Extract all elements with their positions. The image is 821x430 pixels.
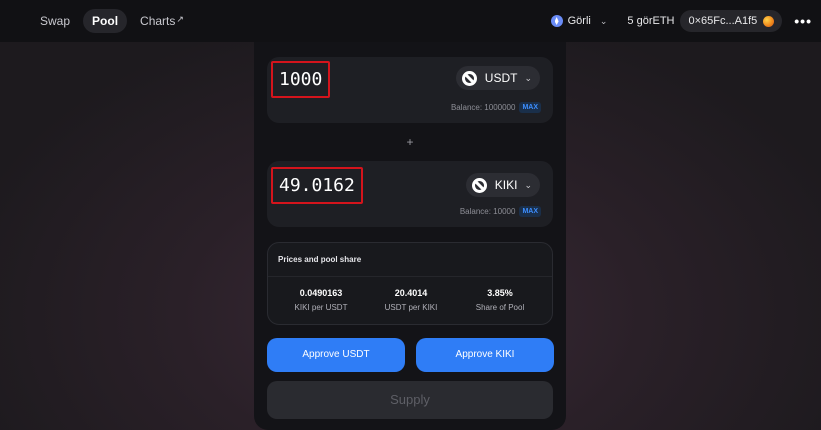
token-input-kiki[interactable]: 49.0162 KIKI ⌄ Balance: 10000 MAX <box>267 161 553 227</box>
stat-label: KIKI per USDT <box>294 303 348 312</box>
prices-pool-share-card: Prices and pool share 0.0490163 KIKI per… <box>267 242 553 325</box>
token-icon <box>461 70 477 86</box>
nav-charts[interactable]: Charts↗ <box>131 9 193 33</box>
chevron-down-icon: ⌄ <box>524 72 532 83</box>
balance-text: Balance: 1000000 <box>450 103 516 112</box>
header-right: Görli ⌄ 5 görETH 0×65Fc...A1f5 ••• <box>550 0 812 42</box>
wallet-avatar-icon <box>763 15 775 27</box>
balance-text: Balance: 10000 <box>459 207 516 216</box>
balance-line: Balance: 10000 MAX <box>460 206 541 217</box>
balance-line: Balance: 1000000 MAX <box>451 102 541 113</box>
wallet-address-button[interactable]: 0×65Fc...A1f5 <box>680 10 783 32</box>
nav-pool[interactable]: Pool <box>83 9 128 33</box>
token-select-kiki[interactable]: KIKI ⌄ <box>465 173 540 197</box>
add-liquidity-panel: 1000 USDT ⌄ Balance: 1000000 MAX + 49.01… <box>254 42 566 430</box>
stat-label: USDT per KIKI <box>384 303 438 312</box>
stat-label: Share of Pool <box>475 303 525 312</box>
stat-share-of-pool: 3.85% Share of Pool <box>455 288 545 312</box>
plus-icon: + <box>406 135 414 149</box>
amount-input-usdt[interactable]: 1000 <box>271 61 331 98</box>
divider <box>268 276 552 277</box>
chevron-down-icon: ⌄ <box>524 179 532 190</box>
chevron-down-icon: ⌄ <box>599 15 608 26</box>
top-header: Swap Pool Charts↗ Görli ⌄ 5 görETH 0×65F… <box>0 0 821 42</box>
stat-kiki-per-usdt: 0.0490163 KIKI per USDT <box>276 288 366 312</box>
main-nav: Swap Pool Charts↗ <box>31 9 193 33</box>
wallet-address: 0×65Fc...A1f5 <box>688 15 758 27</box>
external-link-icon: ↗ <box>176 14 184 24</box>
prices-title: Prices and pool share <box>278 255 362 264</box>
ethereum-icon <box>550 15 563 27</box>
token-input-usdt[interactable]: 1000 USDT ⌄ Balance: 1000000 MAX <box>267 57 553 123</box>
approve-usdt-button[interactable]: Approve USDT <box>267 338 405 372</box>
network-selector[interactable]: Görli ⌄ <box>550 15 608 27</box>
token-icon <box>471 177 487 193</box>
stat-value: 0.0490163 <box>299 288 343 298</box>
max-button[interactable]: MAX <box>519 206 541 217</box>
wallet-balance: 5 görETH <box>627 15 675 27</box>
stat-value: 20.4014 <box>394 288 428 298</box>
supply-button[interactable]: Supply <box>267 381 553 419</box>
token-symbol: USDT <box>484 71 518 85</box>
nav-swap[interactable]: Swap <box>31 9 79 33</box>
approve-kiki-button[interactable]: Approve KIKI <box>416 338 554 372</box>
amount-input-kiki[interactable]: 49.0162 <box>271 167 363 204</box>
network-name: Görli <box>567 15 591 27</box>
token-symbol: KIKI <box>494 178 518 192</box>
token-select-usdt[interactable]: USDT ⌄ <box>455 66 540 90</box>
stat-value: 3.85% <box>487 288 513 298</box>
nav-charts-label: Charts <box>140 14 176 28</box>
more-menu-icon[interactable]: ••• <box>794 13 812 29</box>
max-button[interactable]: MAX <box>519 102 541 113</box>
stat-usdt-per-kiki: 20.4014 USDT per KIKI <box>366 288 456 312</box>
